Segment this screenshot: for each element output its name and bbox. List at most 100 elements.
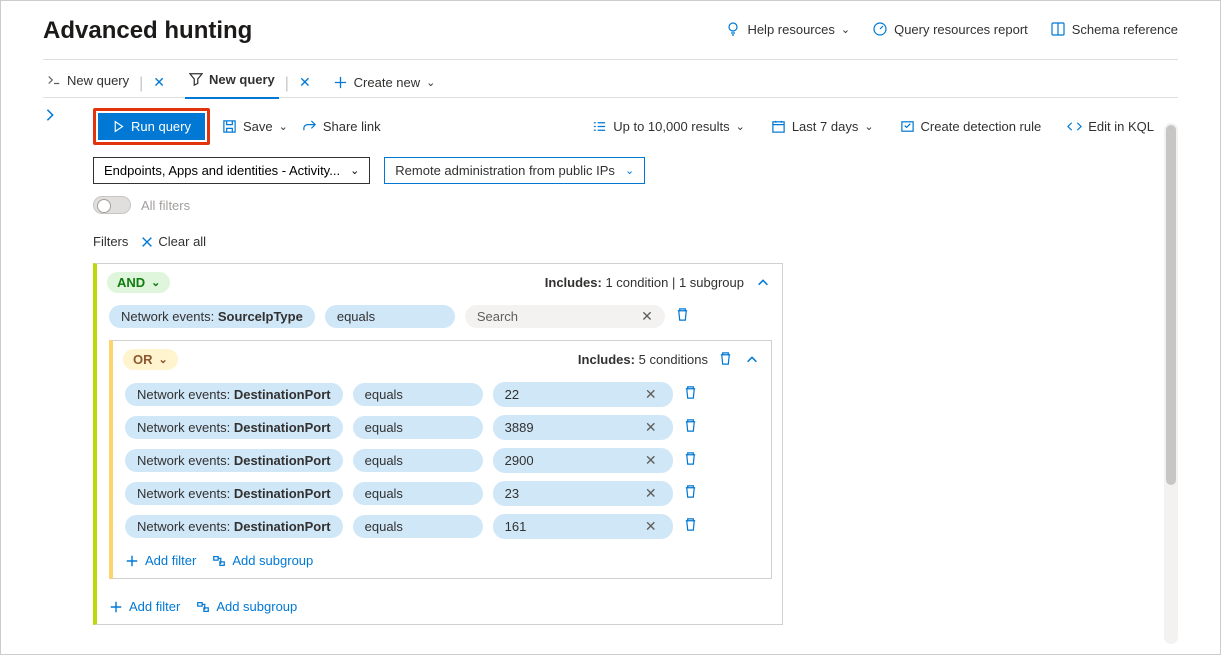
detection-icon [900,119,915,134]
add-filter-inner-button[interactable]: Add filter [125,553,196,568]
clear-value-icon[interactable]: ✕ [641,485,661,502]
and-operator-pill[interactable]: AND⌄ [107,272,170,293]
scrollbar-thumb[interactable] [1166,125,1176,485]
value-pill[interactable]: 3889✕ [493,415,673,440]
run-query-button[interactable]: Run query [98,113,205,140]
chevron-down-icon: ⌄ [625,164,634,177]
field-pill[interactable]: Network events: DestinationPort [125,383,343,406]
and-includes-text: Includes: 1 condition | 1 subgroup [545,275,744,290]
close-tab-2[interactable]: ✕ [295,74,315,91]
field-pill[interactable]: Network events: DestinationPort [125,449,343,472]
operator-pill[interactable]: equals [353,449,483,472]
delete-condition-icon[interactable] [675,307,690,327]
query-resources-report-link[interactable]: Query resources report [872,21,1028,37]
add-filter-outer-button[interactable]: Add filter [109,599,180,614]
share-icon [302,119,317,134]
collapse-and-group-icon[interactable] [754,274,772,292]
lightbulb-icon [725,21,741,37]
chevron-down-icon: ⌄ [864,120,873,133]
condition-row-sourceiptype: Network events: SourceIpType equals Sear… [97,301,782,332]
field-pill[interactable]: Network events: DestinationPort [125,416,343,439]
save-button[interactable]: Save ⌄ [220,115,290,138]
clear-value-icon[interactable]: ✕ [641,419,661,436]
delete-condition-icon[interactable] [683,484,698,504]
or-includes-text: Includes: 5 conditions [578,352,708,367]
tab-new-query-1[interactable]: New query [43,67,133,98]
operator-pill[interactable]: equals [353,383,483,406]
chevron-down-icon: ⌄ [426,76,435,89]
chevron-down-icon: ⌄ [159,353,168,366]
condition-row: Network events: DestinationPort equals 23✕ [113,477,771,510]
close-icon [140,235,154,249]
gauge-icon [872,21,888,37]
operator-pill[interactable]: equals [353,482,483,505]
all-filters-label: All filters [141,198,190,213]
code-icon [1067,119,1082,134]
toolbar: Run query Save ⌄ Share link Up to 10,000… [93,98,1156,157]
condition-row: Network events: DestinationPort equals 290… [113,444,771,477]
collapse-or-group-icon[interactable] [743,351,761,369]
delete-condition-icon[interactable] [683,418,698,438]
scope-dropdown[interactable]: Endpoints, Apps and identities - Activit… [93,157,370,184]
header-actions: Help resources ⌄ Query resources report … [725,21,1178,37]
add-subgroup-outer-button[interactable]: Add subgroup [196,599,297,614]
tab-bar: New query | ✕ New query | ✕ Create new ⌄ [1,60,1220,98]
delete-subgroup-icon[interactable] [718,351,733,369]
create-new-tab[interactable]: Create new ⌄ [319,75,436,90]
operator-pill[interactable]: equals [325,305,455,328]
vertical-scrollbar[interactable] [1164,123,1178,644]
play-icon [112,120,125,133]
filters-label: Filters [93,234,128,249]
or-operator-pill[interactable]: OR⌄ [123,349,178,370]
value-pill[interactable]: 23✕ [493,481,673,506]
filter-icon [189,72,203,86]
chevron-down-icon: ⌄ [841,23,850,36]
chevron-down-icon: ⌄ [350,164,359,177]
delete-condition-icon[interactable] [683,451,698,471]
create-detection-rule-button[interactable]: Create detection rule [898,115,1044,138]
calendar-icon [771,119,786,134]
run-query-highlight: Run query [93,108,210,145]
operator-pill[interactable]: equals [353,515,483,538]
edit-in-kql-button[interactable]: Edit in KQL [1065,115,1156,138]
subgroup-icon [212,554,226,568]
save-icon [222,119,237,134]
value-search-input[interactable]: Search ✕ [465,305,665,328]
clear-value-icon[interactable]: ✕ [641,518,661,535]
close-tab-1[interactable]: ✕ [149,74,169,91]
field-pill[interactable]: Network events: DestinationPort [125,515,343,538]
add-subgroup-inner-button[interactable]: Add subgroup [212,553,313,568]
all-filters-toggle[interactable] [93,196,131,214]
delete-condition-icon[interactable] [683,517,698,537]
operator-pill[interactable]: equals [353,416,483,439]
clear-all-button[interactable]: Clear all [140,234,206,249]
plus-icon [333,75,348,90]
chevron-down-icon: ⌄ [736,120,745,133]
help-resources-link[interactable]: Help resources ⌄ [725,21,850,37]
time-range-dropdown[interactable]: Last 7 days ⌄ [769,115,876,138]
clear-value-icon[interactable]: ✕ [637,308,657,325]
results-limit-dropdown[interactable]: Up to 10,000 results ⌄ [590,115,747,138]
plus-icon [109,600,123,614]
value-pill[interactable]: 2900✕ [493,448,673,473]
schema-reference-link[interactable]: Schema reference [1050,21,1178,37]
share-link-button[interactable]: Share link [300,115,383,138]
or-subgroup: OR⌄ Includes: 5 conditions Network event… [109,340,772,579]
chevron-down-icon: ⌄ [151,276,160,289]
condition-row: Network events: DestinationPort equals 388… [113,411,771,444]
tab-new-query-2[interactable]: New query [185,66,279,99]
clear-value-icon[interactable]: ✕ [641,452,661,469]
plus-icon [125,554,139,568]
condition-row: Network events: DestinationPort equals 22✕ [113,378,771,411]
field-pill[interactable]: Network events: SourceIpType [109,305,315,328]
field-pill[interactable]: Network events: DestinationPort [125,482,343,505]
template-dropdown[interactable]: Remote administration from public IPs ⌄ [384,157,645,184]
value-pill[interactable]: 161✕ [493,514,673,539]
delete-condition-icon[interactable] [683,385,698,405]
expand-sidebar-icon[interactable] [43,108,57,122]
chevron-down-icon: ⌄ [279,120,288,133]
clear-value-icon[interactable]: ✕ [641,386,661,403]
book-icon [1050,21,1066,37]
condition-row: Network events: DestinationPort equals 161… [113,510,771,543]
value-pill[interactable]: 22✕ [493,382,673,407]
